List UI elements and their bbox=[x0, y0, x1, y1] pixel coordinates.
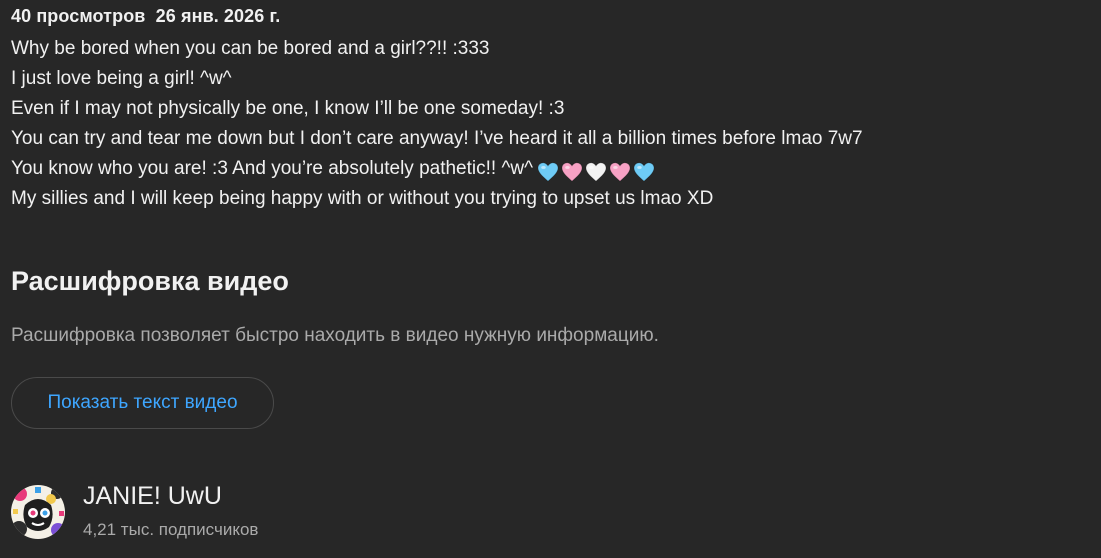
description-line-with-hearts: You know who you are! :3 And you’re abso… bbox=[11, 157, 657, 184]
heart-emoji-row bbox=[537, 160, 657, 184]
transcript-title: Расшифровка видео bbox=[11, 266, 289, 296]
view-count: 40 просмотров bbox=[11, 6, 146, 26]
pink-heart-icon bbox=[609, 162, 631, 182]
description-line: I just love being a girl! ^w^ bbox=[11, 68, 232, 89]
pink-heart-icon bbox=[561, 162, 583, 182]
channel-name[interactable]: JANIE! UwU bbox=[83, 482, 222, 511]
video-meta: 40 просмотров 26 янв. 2026 г. bbox=[11, 6, 280, 27]
description-line: Even if I may not physically be one, I k… bbox=[11, 98, 565, 119]
avatar-image bbox=[11, 485, 65, 539]
description-line: My sillies and I will keep being happy w… bbox=[11, 188, 714, 209]
channel-avatar[interactable] bbox=[11, 485, 65, 539]
description-line: You know who you are! :3 And you’re abso… bbox=[11, 158, 533, 179]
transcript-subtitle: Расшифровка позволяет быстро находить в … bbox=[11, 325, 659, 346]
upload-date: 26 янв. 2026 г. bbox=[155, 6, 281, 26]
white-heart-icon bbox=[585, 162, 607, 182]
description-line: You can try and tear me down but I don’t… bbox=[11, 128, 863, 149]
subscriber-count: 4,21 тыс. подписчиков bbox=[83, 520, 259, 539]
show-transcript-button[interactable]: Показать текст видео bbox=[11, 377, 274, 429]
description-line: Why be bored when you can be bored and a… bbox=[11, 38, 490, 59]
video-description-panel: 40 просмотров 26 янв. 2026 г. Why be bor… bbox=[0, 0, 1101, 558]
light-blue-heart-icon bbox=[537, 162, 559, 182]
light-blue-heart-icon bbox=[633, 162, 655, 182]
